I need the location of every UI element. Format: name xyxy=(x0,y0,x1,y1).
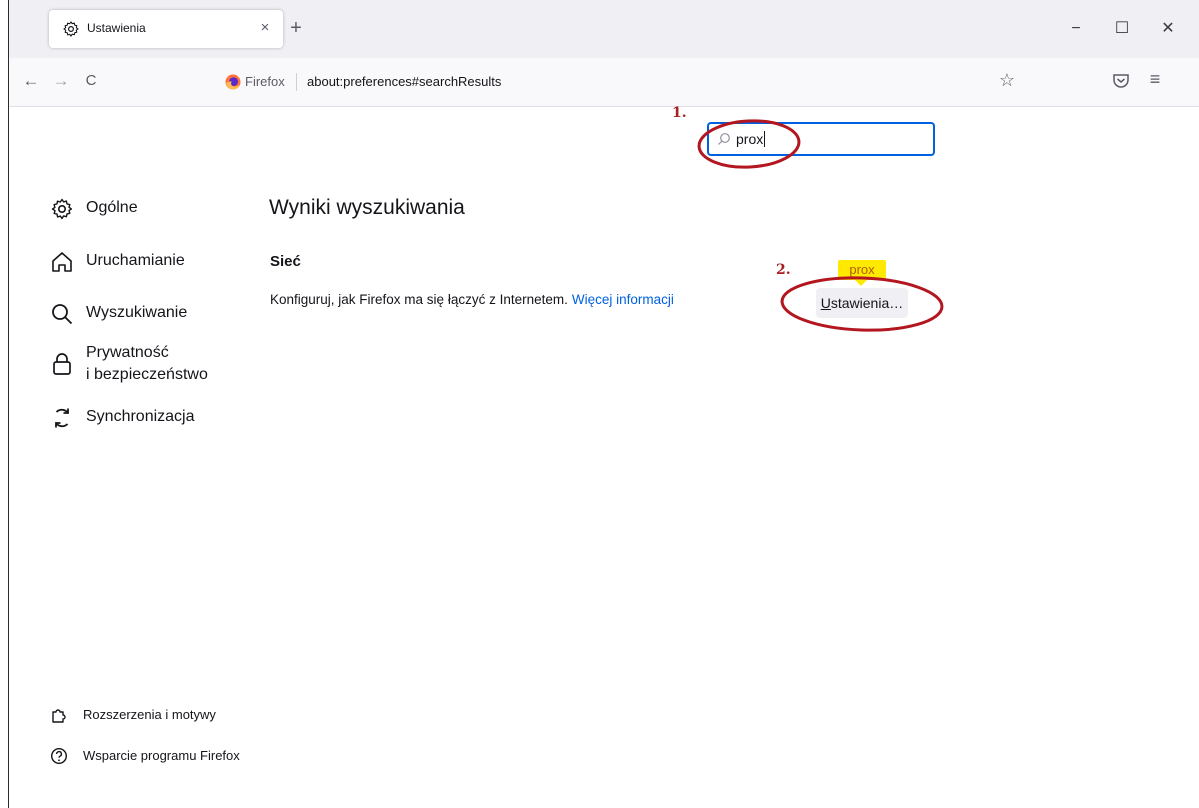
tab-settings[interactable]: Ustawienia × xyxy=(49,10,283,48)
tab-title: Ustawienia xyxy=(87,21,146,35)
sidebar-item-label-line2: i bezpieczeństwo xyxy=(86,366,208,383)
sidebar-item-sync[interactable]: Synchronizacja xyxy=(50,406,195,430)
settings-button-access-key: U xyxy=(820,295,831,311)
sidebar-item-home[interactable]: Uruchamianie xyxy=(50,250,185,274)
search-icon xyxy=(718,133,730,145)
sidebar-item-support[interactable]: Wsparcie programu Firefox xyxy=(50,747,240,765)
sidebar-item-search[interactable]: Wyszukiwanie xyxy=(50,302,187,326)
annotation-step2-label: 2. xyxy=(776,262,791,278)
annotation-step1-label: 1. xyxy=(672,105,687,121)
home-icon xyxy=(52,252,72,272)
minimize-button[interactable]: − xyxy=(1061,14,1091,44)
search-match-tooltip: prox xyxy=(838,260,886,286)
gear-icon xyxy=(63,21,79,37)
reload-button[interactable]: C xyxy=(77,67,105,95)
maximize-button[interactable]: ☐ xyxy=(1107,14,1137,44)
settings-button-label: stawienia… xyxy=(830,295,904,311)
section-title: Sieć xyxy=(270,253,301,270)
help-icon xyxy=(50,747,68,765)
sidebar-item-label: Prywatność xyxy=(86,344,169,361)
description-text: Konfiguruj, jak Firefox ma się łączyć z … xyxy=(270,292,568,307)
menu-icon[interactable]: ≡ xyxy=(1143,67,1167,91)
navigation-bar: ← → C Firefox about:preferences#searchRe… xyxy=(9,58,1199,107)
search-icon xyxy=(52,304,73,325)
url-separator xyxy=(296,73,297,91)
bookmark-star-icon[interactable]: ☆ xyxy=(995,68,1019,92)
sidebar-item-label: Rozszerzenia i motywy xyxy=(83,707,216,722)
sidebar-item-label: Synchronizacja xyxy=(86,408,195,425)
identity-label: Firefox xyxy=(245,74,285,89)
sidebar-item-privacy[interactable]: Prywatność i bezpieczeństwo xyxy=(50,342,208,386)
gear-icon xyxy=(51,198,73,220)
sidebar-item-extensions[interactable]: Rozszerzenia i motywy xyxy=(50,706,216,724)
tab-strip: Ustawienia × + − ☐ ✕ xyxy=(9,0,1199,58)
pocket-icon[interactable] xyxy=(1111,68,1131,92)
page-title: Wyniki wyszukiwania xyxy=(269,196,465,219)
sidebar-item-label: Uruchamianie xyxy=(86,252,185,269)
new-tab-button[interactable]: + xyxy=(284,16,308,40)
window-border xyxy=(8,0,9,808)
back-button[interactable]: ← xyxy=(17,67,45,95)
search-value: prox xyxy=(736,131,766,147)
close-window-button[interactable]: ✕ xyxy=(1153,14,1183,44)
url-text[interactable]: about:preferences#searchResults xyxy=(307,74,501,89)
more-info-link[interactable]: Więcej informacji xyxy=(572,292,674,307)
puzzle-icon xyxy=(52,709,66,723)
sync-icon xyxy=(55,408,69,428)
section-description: Konfiguruj, jak Firefox ma się łączyć z … xyxy=(270,292,674,307)
firefox-logo-icon xyxy=(225,74,241,90)
annotation-overlay xyxy=(697,119,944,332)
forward-button[interactable]: → xyxy=(47,67,75,95)
sidebar-item-label: Wyszukiwanie xyxy=(86,304,188,321)
sidebar-item-label: Ogólne xyxy=(86,199,138,216)
search-input[interactable]: prox xyxy=(707,122,935,156)
sidebar-item-label: Wsparcie programu Firefox xyxy=(83,748,240,763)
connection-settings-button[interactable]: Ustawienia… xyxy=(816,288,908,318)
url-bar[interactable]: Firefox about:preferences#searchResults xyxy=(219,66,1069,98)
sidebar-item-general[interactable]: Ogólne xyxy=(50,197,138,221)
lock-icon xyxy=(53,353,71,375)
close-tab-icon[interactable]: × xyxy=(255,18,275,38)
